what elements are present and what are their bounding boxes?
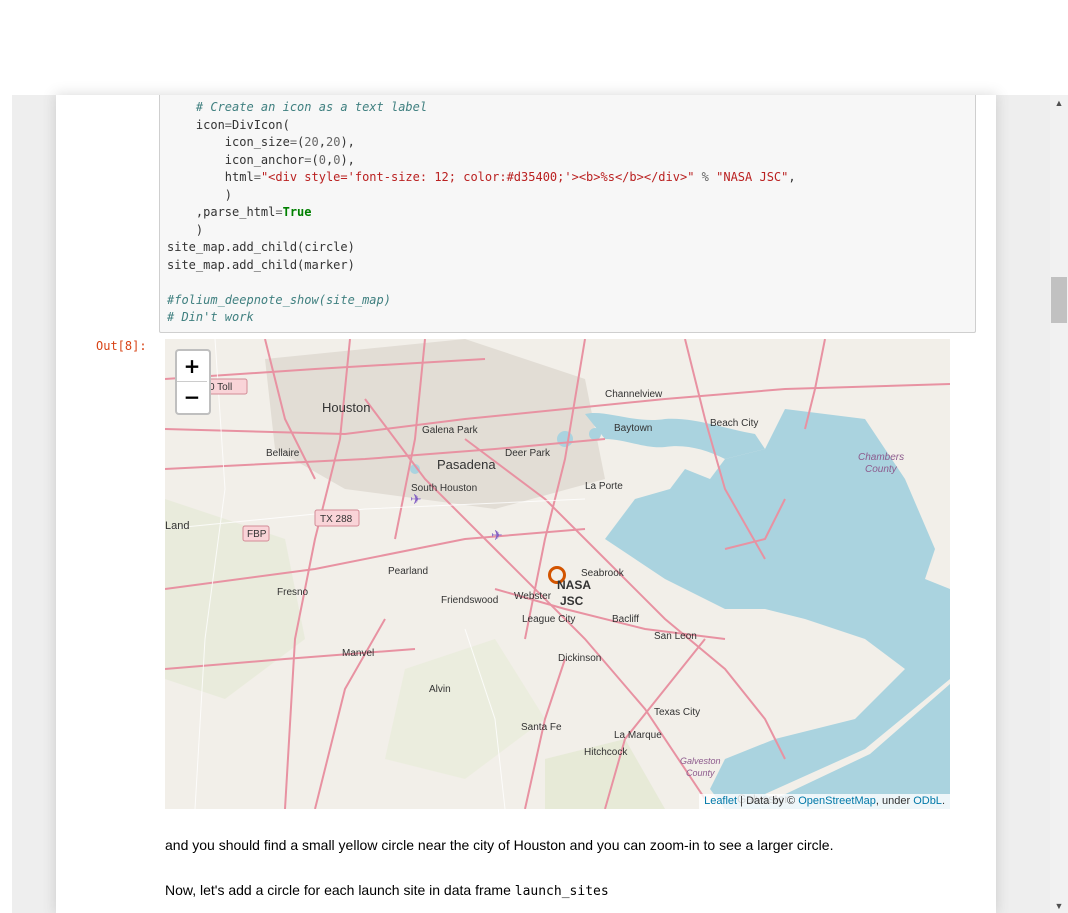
- airport-icon: ✈: [491, 527, 503, 543]
- markdown-paragraph-1: and you should find a small yellow circl…: [165, 837, 834, 853]
- notebook-container: # Create an icon as a text label icon=Di…: [56, 95, 996, 913]
- code-line: ,parse_html=True: [167, 205, 312, 219]
- map-tiles[interactable]: ✈ ✈ NASA JSC 0 Toll Houston Channelview …: [165, 339, 950, 809]
- map-label-tx288: TX 288: [320, 514, 353, 525]
- map-label-land: Land: [165, 520, 189, 532]
- map-label-houston: Houston: [322, 400, 370, 415]
- left-margin: [0, 95, 12, 913]
- map-label-texas-city: Texas City: [654, 707, 700, 718]
- code-line: ): [167, 187, 233, 202]
- map-label-galveston-county2: County: [686, 768, 715, 778]
- inline-code: launch_sites: [514, 884, 609, 899]
- map-label-fresno: Fresno: [277, 587, 309, 598]
- markdown-paragraph-2: Now, let's add a circle for each launch …: [165, 882, 609, 899]
- scroll-down-arrow[interactable]: ▼: [1050, 899, 1068, 913]
- vertical-scrollbar[interactable]: ▲ ▼: [1050, 95, 1068, 913]
- map-label-hitchcock: Hitchcock: [584, 747, 628, 758]
- map-label-manvel: Manvel: [342, 648, 374, 659]
- map-label-league-city: League City: [522, 614, 575, 625]
- map-label-pearland: Pearland: [388, 566, 428, 577]
- code-line: site_map.add_child(circle): [167, 240, 355, 254]
- attribution-under: , under: [875, 795, 914, 807]
- map-label-la-porte: La Porte: [585, 481, 623, 492]
- code-line: html="<div style='font-size: 12; color:#…: [167, 170, 796, 184]
- code-line: icon=DivIcon(: [167, 117, 290, 132]
- osm-link[interactable]: OpenStreetMap: [798, 795, 876, 807]
- code-line: ): [167, 222, 204, 237]
- map-label-county: County: [865, 464, 898, 475]
- map-label-deer-park: Deer Park: [505, 448, 551, 459]
- marker-label-nasa[interactable]: NASA: [557, 578, 591, 592]
- marker-label-jsc[interactable]: JSC: [560, 594, 584, 608]
- top-blank-area: [0, 0, 1068, 95]
- code-line: icon_anchor=(0,0),: [167, 152, 355, 167]
- output-prompt: Out[8]:: [96, 339, 147, 353]
- map-label-bacliff: Bacliff: [612, 614, 639, 625]
- map-label-chambers: Chambers: [858, 452, 904, 463]
- map-label-galveston-county1: Galveston: [680, 756, 721, 766]
- code-line: icon_size=(20,20),: [167, 135, 355, 149]
- scrollbar-thumb[interactable]: [1051, 277, 1067, 323]
- code-editor[interactable]: # Create an icon as a text label icon=Di…: [167, 99, 796, 327]
- leaflet-link[interactable]: Leaflet: [704, 795, 737, 807]
- code-cell-input[interactable]: # Create an icon as a text label icon=Di…: [159, 95, 976, 333]
- map-label-webster: Webster: [514, 591, 552, 602]
- map-label-toll: 0 Toll: [209, 382, 232, 393]
- code-line: #folium_deepnote_show(site_map): [167, 292, 391, 307]
- map-label-alvin: Alvin: [429, 684, 451, 695]
- code-line: # Create an icon as a text label: [195, 100, 428, 114]
- map-label-galena-park: Galena Park: [422, 425, 479, 436]
- map-label-dickinson: Dickinson: [558, 653, 601, 664]
- map-label-beach-city: Beach City: [710, 418, 758, 429]
- attribution-text: | Data by ©: [737, 795, 799, 807]
- scroll-up-arrow[interactable]: ▲: [1050, 95, 1068, 109]
- map-label-santa-fe: Santa Fe: [521, 722, 562, 733]
- zoom-in-button[interactable]: +: [177, 351, 207, 382]
- map-attribution: Leaflet | Data by © OpenStreetMap, under…: [699, 794, 950, 809]
- map-label-south-houston: South Houston: [411, 483, 477, 494]
- map-label-la-marque: La Marque: [614, 730, 662, 741]
- folium-map[interactable]: ✈ ✈ NASA JSC 0 Toll Houston Channelview …: [165, 339, 950, 809]
- odbl-link[interactable]: ODbL: [913, 795, 942, 807]
- map-label-channelview: Channelview: [605, 389, 663, 400]
- zoom-control: + −: [175, 349, 211, 415]
- zoom-out-button[interactable]: −: [177, 382, 207, 412]
- paragraph-text: Now, let's add a circle for each launch …: [165, 882, 515, 898]
- map-label-pasadena: Pasadena: [437, 457, 496, 472]
- map-label-baytown: Baytown: [614, 423, 652, 434]
- code-line: # Din't work: [167, 310, 254, 324]
- attribution-end: .: [941, 795, 945, 807]
- map-label-san-leon: San Leon: [654, 631, 697, 642]
- code-line: site_map.add_child(marker): [167, 257, 355, 272]
- map-label-seabrook: Seabrook: [581, 568, 625, 579]
- map-label-bellaire: Bellaire: [266, 448, 300, 459]
- map-label-fbp: FBP: [247, 529, 267, 540]
- map-label-friendswood: Friendswood: [441, 595, 498, 606]
